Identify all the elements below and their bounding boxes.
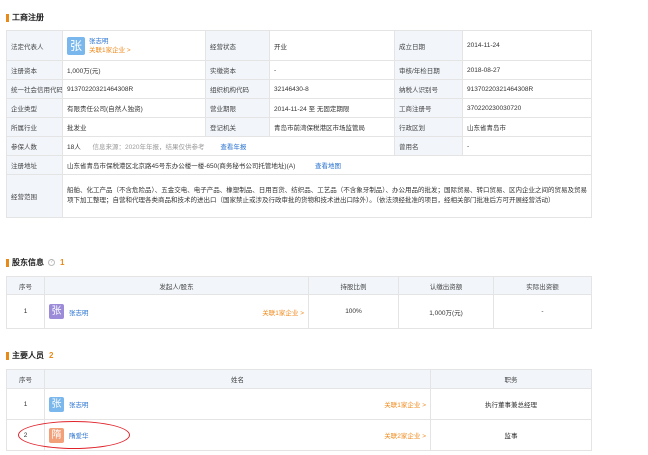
former-label: 曾用名 — [394, 136, 463, 156]
credit-value: 91370220321464308R — [62, 79, 206, 99]
authority-label: 登记机关 — [205, 117, 270, 137]
shareholders-header: 认缴出资额 — [398, 276, 494, 295]
member-link[interactable]: 关联2家企业 > — [384, 430, 426, 440]
members-header: 序号 — [6, 369, 45, 389]
member-role: 执行董事兼总经理 — [430, 388, 592, 420]
regno-value: 370220230030720 — [462, 98, 592, 118]
insured-label: 参保人数 — [6, 136, 63, 156]
legal-rep-avatar[interactable]: 张 — [67, 36, 85, 55]
tax-value: 91370220321464308R — [462, 79, 592, 99]
insured-value: 18人 — [67, 144, 81, 151]
legal-rep-label: 法定代表人 — [6, 30, 63, 61]
row-number: 1 — [6, 388, 45, 420]
member-role: 监事 — [430, 419, 592, 451]
legal-rep-link[interactable]: 关联1家企业 > — [89, 46, 131, 55]
address-value: 山东省青岛市保税港区北京路45号东办公楼一楼-650(商务秘书公司托管地址)(A… — [67, 163, 296, 170]
member-avatar[interactable]: 张 — [49, 396, 64, 412]
shareholders-header: 持股比例 — [308, 276, 399, 295]
shareholders-header: 序号 — [6, 276, 45, 295]
annual-report-link[interactable]: 查看年报 — [220, 144, 246, 151]
row-number: 1 — [6, 294, 45, 329]
insured-cell: 18人 信息来源：2020年年报，结果仅供参考 查看年报 — [62, 136, 395, 156]
term-value: 2014-11-24 至 无固定期限 — [269, 98, 395, 118]
founded-label: 成立日期 — [394, 30, 463, 61]
shareholders-table: 序号 发起人/股东 持股比例 认缴出资额 实际出资额 1 张 张志明 关联1家企… — [6, 276, 592, 329]
region-label: 行政区划 — [394, 117, 463, 137]
highlight-annotation — [18, 421, 130, 449]
section-marker — [6, 351, 9, 360]
type-value: 有限责任公司(自然人独资) — [62, 98, 206, 118]
paid-label: 实缴资本 — [205, 60, 270, 80]
shareholders-count: 1 — [60, 258, 65, 267]
table-row: 1 张 张志明 关联1家企业 > 100% 1,000万(元) - — [6, 294, 592, 329]
section-marker — [6, 13, 9, 22]
region-value: 山东省青岛市 — [462, 117, 592, 137]
approval-label: 审核/年检日期 — [394, 60, 463, 80]
shareholder-name[interactable]: 张志明 — [69, 307, 89, 317]
term-label: 营业期限 — [205, 98, 270, 118]
registration-table: 法定代表人 张 张志明 关联1家企业 > 经营状态 开业 成立日期 2014-1… — [6, 30, 592, 218]
member-cell: 张 张志明 关联1家企业 > — [44, 388, 431, 420]
status-label: 经营状态 — [205, 30, 270, 61]
help-icon[interactable]: ? — [48, 259, 55, 266]
section-title-members: 主要人员 2 — [6, 350, 53, 361]
address-cell: 山东省青岛市保税港区北京路45号东办公楼一楼-650(商务秘书公司托管地址)(A… — [62, 155, 592, 175]
paid-value: - — [269, 60, 395, 80]
map-link[interactable]: 查看地图 — [315, 163, 341, 170]
shareholders-header: 发起人/股东 — [44, 276, 309, 295]
member-link[interactable]: 关联1家企业 > — [384, 399, 426, 409]
approval-value: 2018-08-27 — [462, 60, 592, 80]
scope-value: 船舶、化工产品（不含危险品）、五金交电、电子产品、橡塑制品、日用百货、纺织品、工… — [62, 174, 592, 218]
section-title-shareholders: 股东信息 ? 1 — [6, 257, 64, 268]
address-label: 注册地址 — [6, 155, 63, 175]
founded-value: 2014-11-24 — [462, 30, 592, 61]
capital-label: 注册资本 — [6, 60, 63, 80]
credit-label: 统一社会信用代码 — [6, 79, 63, 99]
members-count: 2 — [49, 351, 54, 360]
section-title-business: 工商注册 — [6, 12, 44, 23]
share-ratio: 100% — [308, 294, 399, 329]
shareholder-cell: 张 张志明 关联1家企业 > — [44, 294, 309, 329]
table-row: 1 张 张志明 关联1家企业 > 执行董事兼总经理 — [6, 388, 592, 420]
insured-note: 信息来源：2020年年报，结果仅供参考 — [92, 144, 205, 151]
subscribed-capital: 1,000万(元) — [398, 294, 494, 329]
regno-label: 工商注册号 — [394, 98, 463, 118]
scope-label: 经营范围 — [6, 174, 63, 218]
shareholder-link[interactable]: 关联1家企业 > — [262, 307, 304, 317]
legal-rep-name[interactable]: 张志明 — [89, 37, 131, 46]
org-label: 组织机构代码 — [205, 79, 270, 99]
authority-value: 青岛市前湾保税港区市场监管局 — [269, 117, 395, 137]
members-header: 姓名 — [44, 369, 431, 389]
status-value: 开业 — [269, 30, 395, 61]
former-value: - — [462, 136, 592, 156]
legal-rep-cell: 张 张志明 关联1家企业 > — [62, 30, 206, 61]
shareholder-avatar[interactable]: 张 — [49, 304, 64, 319]
tax-label: 纳税人识别号 — [394, 79, 463, 99]
org-value: 32146430-8 — [269, 79, 395, 99]
members-header: 职务 — [430, 369, 592, 389]
industry-label: 所属行业 — [6, 117, 63, 137]
shareholders-header: 实际出资额 — [493, 276, 592, 295]
capital-value: 1,000万(元) — [62, 60, 206, 80]
member-name[interactable]: 张志明 — [69, 399, 89, 409]
actual-capital: - — [493, 294, 592, 329]
industry-value: 批发业 — [62, 117, 206, 137]
section-marker — [6, 258, 9, 267]
type-label: 企业类型 — [6, 98, 63, 118]
